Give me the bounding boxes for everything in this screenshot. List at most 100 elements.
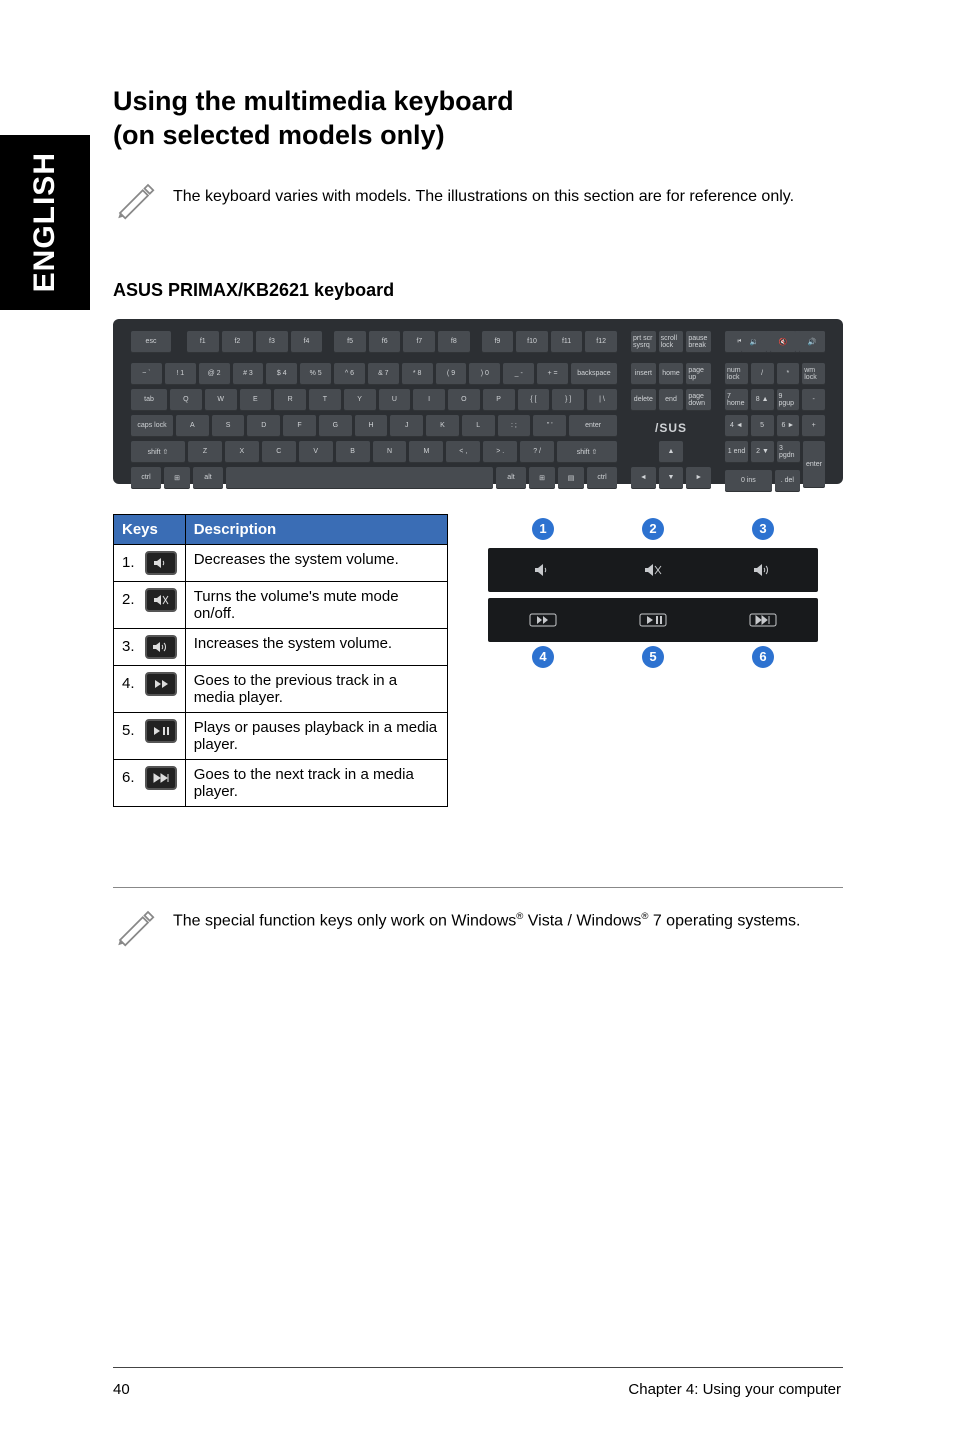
- kb-f2: f2: [222, 331, 254, 353]
- kb-w: W: [205, 389, 237, 411]
- asus-logo: /SUS: [655, 421, 687, 435]
- kb-media-volup: 🔊: [799, 331, 825, 353]
- page-number: 40: [113, 1381, 130, 1398]
- kb-5: % 5: [300, 363, 331, 385]
- kb-minus: _ -: [503, 363, 534, 385]
- row6-num: 6.: [122, 768, 135, 785]
- row5-num: 5.: [122, 721, 135, 738]
- kb-3: # 3: [233, 363, 264, 385]
- kb-period: > .: [483, 441, 517, 463]
- note2-post: 7 operating systems.: [648, 912, 800, 929]
- kb-v: V: [299, 441, 333, 463]
- kb-8: * 8: [402, 363, 433, 385]
- table-row: 3. Increases the system volume.: [114, 628, 448, 665]
- kb-f7: f7: [403, 331, 435, 353]
- kb-s: S: [212, 415, 245, 437]
- kb-f1: f1: [187, 331, 219, 353]
- kb-np-dot: . del: [775, 470, 800, 492]
- kb-f3: f3: [256, 331, 288, 353]
- kb-np-enter: enter: [803, 441, 825, 488]
- kb-t: T: [309, 389, 341, 411]
- table-row: 1. Decreases the system volume.: [114, 544, 448, 581]
- kb-scrlk: scroll lock: [659, 331, 684, 353]
- kb-arrow-up: ▲: [659, 441, 683, 463]
- kb-f12: f12: [585, 331, 617, 353]
- table-row: 6. Goes to the next track in a media pla…: [114, 759, 448, 806]
- kb-lalt: alt: [193, 467, 223, 489]
- kb-pgup: page up: [686, 363, 711, 385]
- kb-menu: ▤: [558, 467, 584, 489]
- table-row: 5. Plays or pauses playback in a media p…: [114, 712, 448, 759]
- kb-f6: f6: [369, 331, 401, 353]
- kb-h: H: [355, 415, 388, 437]
- kb-np0: 0 ins: [725, 470, 772, 492]
- next-track-icon: [145, 766, 177, 790]
- th-keys: Keys: [114, 514, 186, 544]
- kb-f4: f4: [291, 331, 323, 353]
- kb-c: C: [262, 441, 296, 463]
- kb-j: J: [390, 415, 423, 437]
- kb-f10: f10: [516, 331, 548, 353]
- page-title: Using the multimedia keyboard (on select…: [113, 85, 843, 153]
- kb-np6: 6 ►: [777, 415, 800, 437]
- kb-slash: ? /: [520, 441, 554, 463]
- kb-np5: 5: [751, 415, 774, 437]
- kb-i: I: [413, 389, 445, 411]
- kb-f5: f5: [334, 331, 366, 353]
- kb-o: O: [448, 389, 480, 411]
- kb-n: N: [373, 441, 407, 463]
- pen-icon: [113, 178, 155, 225]
- volume-up-icon: [145, 635, 177, 659]
- kb-g: G: [319, 415, 352, 437]
- kb-a: A: [176, 415, 209, 437]
- kb-home: home: [659, 363, 684, 385]
- kb-l: L: [462, 415, 495, 437]
- kb-7: & 7: [368, 363, 399, 385]
- kb-media-mute: 🔇: [770, 331, 796, 353]
- kb-ralt: alt: [496, 467, 526, 489]
- kb-semicolon: : ;: [498, 415, 531, 437]
- info-note-1-text: The keyboard varies with models. The ill…: [173, 178, 794, 206]
- kb-tab: tab: [131, 389, 167, 411]
- kb-end: end: [659, 389, 684, 411]
- kb-rshift: shift ⇧: [557, 441, 617, 463]
- kb-np8: 8 ▲: [751, 389, 774, 411]
- pen-icon: [113, 905, 155, 952]
- kb-win: ⊞: [164, 467, 190, 489]
- kb-u: U: [379, 389, 411, 411]
- prev-track-icon: [145, 672, 177, 696]
- chapter-label: Chapter 4: Using your computer: [628, 1381, 841, 1398]
- row1-num: 1.: [122, 553, 135, 570]
- kb-backspace: backspace: [571, 363, 617, 385]
- kb-np-plus: +: [802, 415, 825, 437]
- kb-insert: insert: [631, 363, 656, 385]
- kb-z: Z: [188, 441, 222, 463]
- row4-desc: Goes to the previous track in a media pl…: [185, 665, 447, 712]
- mute-icon: [145, 588, 177, 612]
- kb-capslock: caps lock: [131, 415, 173, 437]
- media-key-diagram: 1 2 3 4 5: [488, 514, 818, 807]
- kb-tilde: ~ `: [131, 363, 162, 385]
- kb-k: K: [426, 415, 459, 437]
- kb-arrow-left: ◄: [631, 467, 656, 489]
- kb-f8: f8: [438, 331, 470, 353]
- kb-x: X: [225, 441, 259, 463]
- kb-m: M: [409, 441, 443, 463]
- kb-1: ! 1: [165, 363, 196, 385]
- kb-quote: " ': [533, 415, 566, 437]
- kb-backslash: | \: [587, 389, 617, 411]
- volume-down-icon: [145, 551, 177, 575]
- kb-lshift: shift ⇧: [131, 441, 185, 463]
- callout-5: 5: [642, 646, 664, 668]
- heading-line1: Using the multimedia keyboard: [113, 86, 514, 116]
- kb-lbracket: { [: [518, 389, 550, 411]
- th-desc: Description: [185, 514, 447, 544]
- kb-9: ( 9: [436, 363, 467, 385]
- kb-equals: + =: [537, 363, 568, 385]
- language-sidebar: ENGLISH: [0, 135, 90, 310]
- language-label: ENGLISH: [28, 152, 62, 292]
- callout-1: 1: [532, 518, 554, 540]
- note2-mid: Vista / Windows: [523, 912, 641, 929]
- diag-play: [598, 598, 708, 642]
- kb-2: @ 2: [199, 363, 230, 385]
